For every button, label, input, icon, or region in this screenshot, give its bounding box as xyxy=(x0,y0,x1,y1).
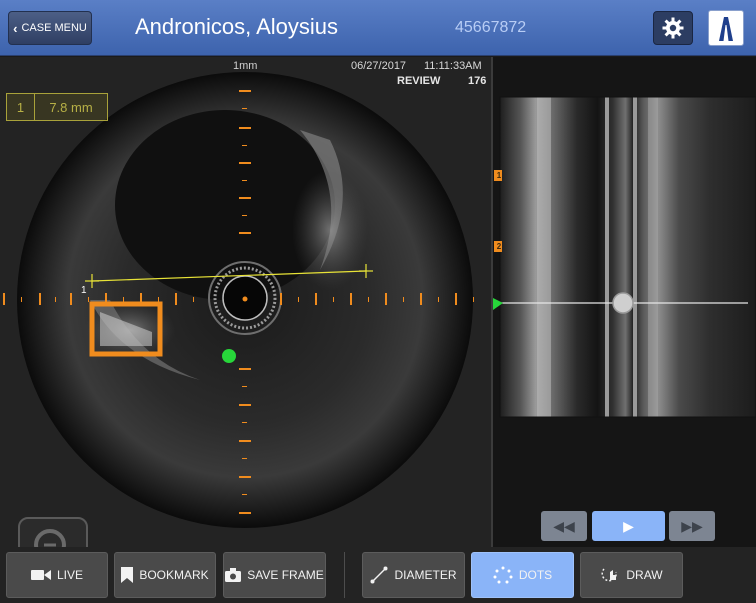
bookmark-icon xyxy=(121,567,134,583)
case-menu-button[interactable]: ‹ CASE MENU xyxy=(8,11,92,45)
bookmark-label: BOOKMARK xyxy=(139,568,209,582)
patient-id: 45667872 xyxy=(455,19,527,36)
exam-time: 11:11:33AM xyxy=(424,60,482,72)
measurement-index: 1 xyxy=(7,94,35,120)
dots-label: DOTS xyxy=(518,568,553,582)
fast-forward-icon: ▶▶ xyxy=(681,517,703,534)
camera-icon xyxy=(225,568,242,582)
measurement-value: 7.8 mm xyxy=(49,99,93,115)
dots-button[interactable]: DOTS xyxy=(471,552,574,598)
diameter-button[interactable]: DIAMETER xyxy=(362,552,465,598)
draw-button[interactable]: DRAW xyxy=(580,552,683,598)
bookmark-marker-2[interactable]: 2 xyxy=(495,242,503,251)
play-button[interactable]: ▶ xyxy=(592,511,665,541)
frame-number: 176 xyxy=(468,75,487,87)
header-bar: ‹ CASE MENU Andronicos, Aloysius 4566787… xyxy=(0,0,756,56)
chevron-left-icon: ‹ xyxy=(13,20,18,36)
dots-icon xyxy=(493,566,513,584)
mode-label: REVIEW xyxy=(397,75,441,87)
save-frame-button[interactable]: SAVE FRAME xyxy=(223,552,326,598)
case-menu-label: CASE MENU xyxy=(21,22,87,34)
longitudinal-view[interactable] xyxy=(493,57,756,507)
gear-icon xyxy=(662,17,684,39)
measurement-readout[interactable]: 1 7.8 mm xyxy=(6,93,108,121)
save-frame-label: SAVE FRAME xyxy=(247,568,324,582)
brand-logo[interactable] xyxy=(708,10,744,46)
bookmark-marker-1[interactable]: 1 xyxy=(495,171,503,180)
live-label: LIVE xyxy=(56,568,83,582)
diameter-icon xyxy=(370,566,388,584)
rewind-button[interactable]: ◀◀ xyxy=(541,511,587,541)
diameter-label: DIAMETER xyxy=(394,568,457,582)
fast-forward-button[interactable]: ▶▶ xyxy=(669,511,715,541)
brand-logo-icon xyxy=(719,17,733,41)
bookmark-button[interactable]: BOOKMARK xyxy=(114,552,216,598)
settings-button[interactable] xyxy=(653,11,693,45)
toolbar-divider xyxy=(344,552,345,598)
play-icon: ▶ xyxy=(623,517,634,534)
video-camera-icon xyxy=(30,570,51,580)
exam-date: 06/27/2017 xyxy=(351,60,407,72)
patient-name: Andronicos, Aloysius xyxy=(135,14,338,39)
measurement-line-label: 1 xyxy=(81,285,87,296)
longitudinal-panel: 1 2 xyxy=(493,57,756,547)
live-button[interactable]: LIVE xyxy=(6,552,108,598)
draw-icon xyxy=(601,568,618,582)
scale-label: 1mm xyxy=(233,60,258,72)
ivus-cross-section-image xyxy=(3,72,474,528)
cross-section-view[interactable]: 1 7.8 mm 1 xyxy=(0,57,491,579)
draw-label: DRAW xyxy=(626,568,663,582)
rewind-icon: ◀◀ xyxy=(553,517,575,534)
